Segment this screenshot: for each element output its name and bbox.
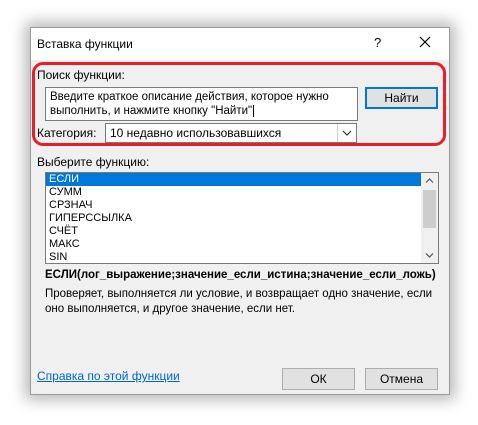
list-item[interactable]: СУММ (46, 186, 423, 199)
cancel-button[interactable]: Отмена (365, 368, 438, 390)
function-list-label: Выберите функцию: (37, 155, 150, 169)
scroll-down-icon[interactable] (421, 248, 438, 263)
list-item[interactable]: СРЗНАЧ (46, 199, 423, 212)
function-description: Проверяет, выполняется ли условие, и воз… (45, 288, 433, 315)
function-syntax: ЕСЛИ(лог_выражение;значение_если_истина;… (45, 269, 436, 281)
list-item[interactable]: ГИПЕРССЫЛКА (46, 212, 423, 225)
scroll-up-icon[interactable] (421, 173, 438, 188)
function-listbox[interactable]: ЕСЛИ СУММ СРЗНАЧ ГИПЕРССЫЛКА СЧЁТ МАКС S… (45, 172, 439, 264)
list-item[interactable]: СЧЁТ (46, 225, 423, 238)
list-item[interactable]: SIN (46, 251, 423, 263)
insert-function-dialog: Вставка функции ? Поиск функции: Введите… (30, 27, 450, 395)
function-help-link[interactable]: Справка по этой функции (37, 369, 180, 383)
list-scrollbar[interactable] (421, 173, 438, 263)
scrollbar-thumb[interactable] (423, 190, 436, 228)
ok-button[interactable]: ОК (282, 368, 355, 390)
list-item[interactable]: МАКС (46, 238, 423, 251)
help-icon[interactable]: ? (374, 35, 381, 50)
title-bar: Вставка функции ? (31, 28, 449, 60)
dialog-title: Вставка функции (37, 37, 133, 51)
close-icon[interactable] (416, 33, 434, 51)
search-area-highlight (32, 62, 446, 146)
list-item[interactable]: ЕСЛИ (46, 173, 423, 186)
